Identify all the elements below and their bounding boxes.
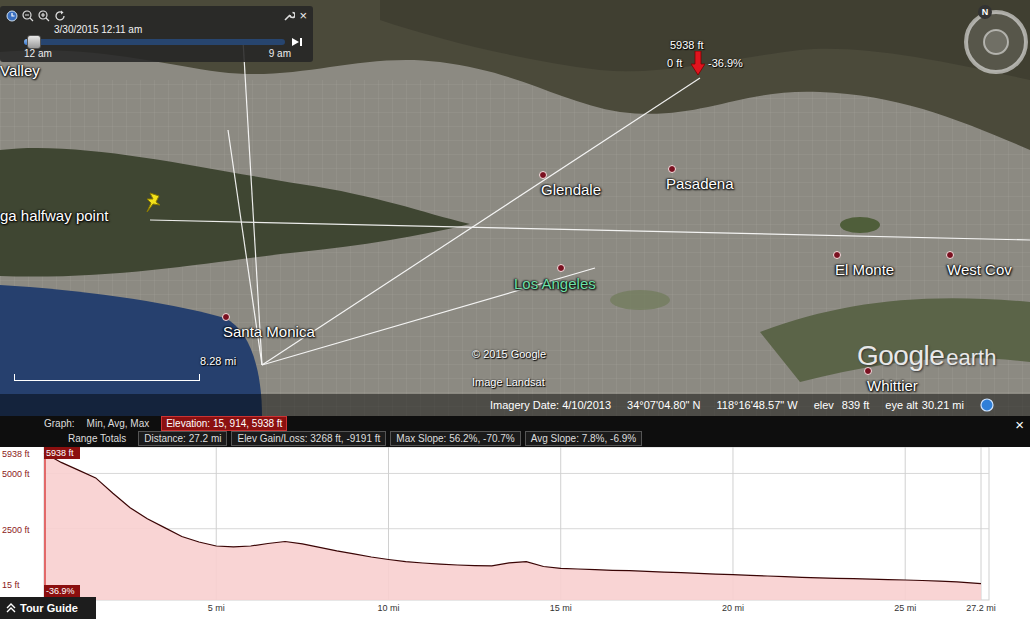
slider-row xyxy=(6,36,307,48)
time-slider-panel: ×3/30/2015 12:11 am 12 am 9 am xyxy=(0,6,313,62)
graph-mode[interactable]: Elevation: 15, 914, 5938 ft xyxy=(161,416,287,431)
logo-earth: earth xyxy=(946,345,996,370)
refresh-icon[interactable] xyxy=(54,10,66,22)
clock-icon[interactable] xyxy=(6,10,18,22)
range-total: Avg Slope: 7.8%, -6.9% xyxy=(525,431,642,446)
compass-north[interactable]: N xyxy=(978,5,992,19)
longitude: 118°16'48.57" W xyxy=(716,397,797,414)
place-label: Santa Monica xyxy=(223,323,315,341)
place-label: West Cov xyxy=(947,261,1012,279)
plot-area xyxy=(44,447,989,600)
range-totals-row: Range Totals Distance: 27.2 mi Elev Gain/L… xyxy=(44,431,1030,446)
x-tick-label: 20 mi xyxy=(722,603,744,613)
pushpin-icon[interactable] xyxy=(144,191,164,215)
play-icon[interactable] xyxy=(291,37,303,47)
graph-mode-row: Graph: Min, Avg, Max Elevation: 15, 914, 5… xyxy=(44,416,1030,431)
place-dot xyxy=(222,313,230,321)
latitude: 34°07'04.80" N xyxy=(627,397,700,414)
x-tick-label: 10 mi xyxy=(377,603,399,613)
slider-handle[interactable] xyxy=(27,35,41,49)
globe-icon[interactable] xyxy=(980,398,994,412)
status-bar: Imagery Date: 4/10/2013 34°07'04.80" N 118… xyxy=(0,394,1030,417)
elevation-readout: elev 839 ft xyxy=(814,397,870,414)
graph-mode[interactable]: Min, Avg, Max xyxy=(83,417,154,430)
cursor-line xyxy=(45,459,46,585)
pin-label: ga halfway point xyxy=(0,207,108,225)
range-total: Distance: 27.2 mi xyxy=(138,431,227,446)
slider-start: 12 am xyxy=(24,48,52,59)
cursor-slope: -36.9% xyxy=(46,586,75,596)
logo-google: Google xyxy=(857,340,944,371)
elev-value: 839 ft xyxy=(842,397,870,414)
y-tick-label: 5938 ft xyxy=(2,449,30,459)
elevation-chart[interactable]: 5938 ft 5000 ft 2500 ft 15 ft 5 mi 10 mi 15 mi… xyxy=(0,447,1030,619)
place-label: Glendale xyxy=(541,181,601,199)
range-total: Elev Gain/Loss: 3268 ft, -9191 ft xyxy=(231,431,386,446)
place-label: Los Angeles xyxy=(514,275,596,293)
eye-alt-value: 30.21 mi xyxy=(922,397,964,414)
zoom-in-icon[interactable] xyxy=(38,10,50,22)
slider-range: 12 am 9 am xyxy=(6,48,307,59)
scale-bar xyxy=(14,368,202,382)
elev-label: elev xyxy=(814,397,834,414)
compass[interactable]: N xyxy=(956,0,1030,80)
x-tick-label: 5 mi xyxy=(208,603,225,613)
place-dot xyxy=(668,165,676,173)
eye-altitude: eye alt 30.21 mi xyxy=(885,397,964,414)
chevron-up-icon[interactable] xyxy=(6,603,16,613)
grid-line xyxy=(905,447,906,600)
scale-label: 8.28 mi xyxy=(200,355,236,368)
grid-line xyxy=(44,528,989,529)
y-tick-label: 5000 ft xyxy=(2,469,30,479)
graph-close-button[interactable]: × xyxy=(1015,417,1024,433)
position-arrow-icon[interactable] xyxy=(691,51,705,75)
slider-date: 3/30/2015 12:11 am xyxy=(6,24,307,36)
y-tick-label: 2500 ft xyxy=(2,525,30,535)
marker-elevation: 5938 ft xyxy=(670,39,704,52)
y-tick-label: 15 ft xyxy=(2,580,20,590)
slider-end: 9 am xyxy=(269,48,291,59)
place-dot xyxy=(557,264,565,272)
copyright: © 2015 Google xyxy=(472,348,546,361)
place-label: Pasadena xyxy=(666,175,734,193)
eye-alt-label: eye alt xyxy=(885,397,917,414)
place-dot xyxy=(833,251,841,259)
google-earth-logo: Googleearth xyxy=(857,340,996,374)
wrench-icon[interactable] xyxy=(283,10,295,22)
graph-header: Graph: Min, Avg, Max Elevation: 15, 914, 5… xyxy=(0,416,1030,447)
imagery-date: Imagery Date: 4/10/2013 xyxy=(490,397,611,414)
place-dot xyxy=(946,251,954,259)
tour-guide-tab[interactable]: Tour Guide xyxy=(0,597,96,619)
x-tick-label: 15 mi xyxy=(550,603,572,613)
marker-offset: 0 ft xyxy=(667,57,682,70)
tour-guide-label[interactable]: Tour Guide xyxy=(20,600,78,617)
cursor-slope-badge xyxy=(44,585,80,597)
grid-line xyxy=(981,447,982,600)
time-slider-toolbar: × xyxy=(6,8,307,24)
range-total: Max Slope: 56.2%, -70.7% xyxy=(390,431,520,446)
elevation-line xyxy=(44,453,981,584)
map-view[interactable]: ×3/30/2015 12:11 am 12 am 9 am N Valley Glend… xyxy=(0,0,1030,416)
elevation-profile: Graph: Min, Avg, Max Elevation: 15, 914, 5… xyxy=(0,416,1030,619)
marker-slope: -36.9% xyxy=(708,57,743,70)
scale-line xyxy=(14,374,200,381)
x-tick-label: 27.2 mi xyxy=(966,603,996,613)
graph-label: Graph: xyxy=(44,416,75,431)
place-label: Whittier xyxy=(867,377,918,395)
grid-line xyxy=(44,473,989,474)
place-dot xyxy=(539,171,547,179)
imagery-credit: Image Landsat xyxy=(472,376,545,389)
cursor-elevation-badge xyxy=(44,447,80,459)
close-button[interactable]: × xyxy=(299,6,307,26)
compass-ring-icon[interactable] xyxy=(956,0,1030,80)
place-label: Valley xyxy=(0,62,40,80)
place-label: El Monte xyxy=(835,261,894,279)
range-label: Range Totals xyxy=(68,431,126,446)
cursor-elevation: 5938 ft xyxy=(46,448,74,458)
elevation-area xyxy=(44,453,981,600)
slider-track[interactable] xyxy=(24,39,285,45)
x-tick-label: 25 mi xyxy=(894,603,916,613)
zoom-out-icon[interactable] xyxy=(22,10,34,22)
